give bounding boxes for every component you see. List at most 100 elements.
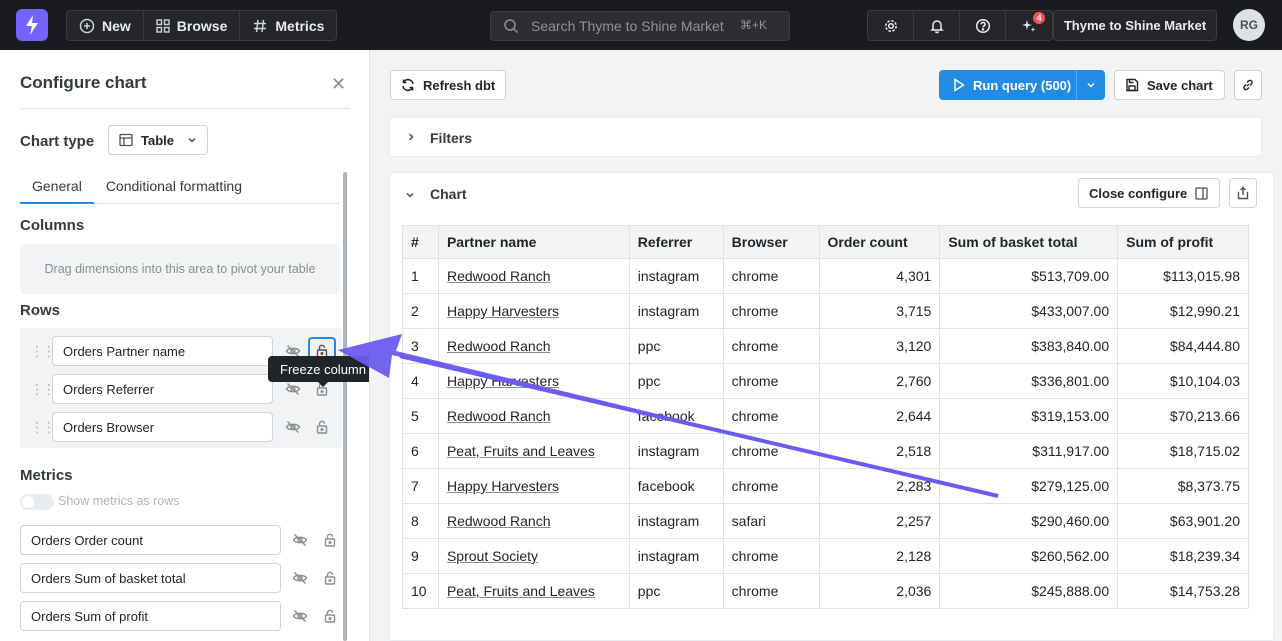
- partner-name-link[interactable]: Happy Harvesters: [447, 373, 559, 389]
- row-field[interactable]: Orders Referrer: [52, 374, 273, 404]
- table-body: 1 Redwood Ranch instagram chrome 4,301 $513,7…: [402, 258, 1249, 609]
- chevron-down-icon[interactable]: [405, 190, 415, 200]
- unlock-icon[interactable]: [319, 529, 341, 551]
- partner-name-link[interactable]: Redwood Ranch: [447, 408, 551, 424]
- partner-name-link[interactable]: Redwood Ranch: [447, 338, 551, 354]
- chart-type-select[interactable]: Table: [108, 125, 208, 155]
- table-row[interactable]: 10 Peat, Fruits and Leaves ppc chrome 2,036 $…: [402, 573, 1249, 609]
- table-cell[interactable]: Peat, Fruits and Leaves: [437, 573, 630, 609]
- eye-off-icon[interactable]: [282, 416, 304, 438]
- row-field[interactable]: Orders Browser: [52, 412, 273, 442]
- table-cell: 2,283: [818, 468, 941, 504]
- table-header[interactable]: Partner name: [437, 225, 630, 259]
- search-icon: [504, 19, 519, 34]
- row-field[interactable]: Orders Partner name: [52, 336, 273, 366]
- eye-off-icon[interactable]: [289, 529, 311, 551]
- filters-panel[interactable]: Filters: [389, 117, 1262, 157]
- table-cell: $433,007.00: [939, 293, 1119, 329]
- partner-name-link[interactable]: Peat, Fruits and Leaves: [447, 583, 595, 599]
- drag-handle-icon[interactable]: ⋮⋮: [30, 419, 56, 436]
- table-row[interactable]: 1 Redwood Ranch instagram chrome 4,301 $513,7…: [402, 258, 1249, 294]
- table-header[interactable]: Browser: [722, 225, 820, 259]
- table-row[interactable]: 5 Redwood Ranch facebook chrome 2,644 $319,15…: [402, 398, 1249, 434]
- partner-name-link[interactable]: Peat, Fruits and Leaves: [447, 443, 595, 459]
- bell-icon[interactable]: [914, 11, 960, 40]
- table-row[interactable]: 8 Redwood Ranch instagram safari 2,257 $290,4…: [402, 503, 1249, 539]
- table-row[interactable]: 3 Redwood Ranch ppc chrome 3,120 $383,840.00 $…: [402, 328, 1249, 364]
- chevron-down-icon[interactable]: [1077, 80, 1105, 90]
- sparkle-notifications-icon[interactable]: 4: [1006, 11, 1052, 40]
- eye-off-icon[interactable]: [289, 605, 311, 627]
- chevron-right-icon[interactable]: [406, 132, 416, 142]
- table-cell: 3,715: [818, 293, 941, 329]
- run-query-main[interactable]: Run query (500): [939, 70, 1077, 100]
- panel-scrollbar[interactable]: [343, 172, 347, 641]
- browse-button[interactable]: Browse: [144, 11, 241, 40]
- plus-circle-icon: [79, 18, 95, 33]
- export-button[interactable]: [1229, 178, 1257, 208]
- table-row[interactable]: 2 Happy Harvesters instagram chrome 3,715 $43…: [402, 293, 1249, 329]
- table-cell[interactable]: Redwood Ranch: [437, 398, 630, 434]
- table-cell[interactable]: Happy Harvesters: [437, 468, 630, 504]
- eye-off-icon[interactable]: [289, 567, 311, 589]
- partner-name-link[interactable]: Happy Harvesters: [447, 303, 559, 319]
- table-header[interactable]: Sum of basket total: [939, 225, 1119, 259]
- close-configure-button[interactable]: Close configure: [1078, 178, 1220, 208]
- table-row[interactable]: 6 Peat, Fruits and Leaves instagram chrome 2…: [402, 433, 1249, 469]
- table-cell[interactable]: Redwood Ranch: [437, 328, 630, 364]
- table-cell[interactable]: Happy Harvesters: [437, 293, 630, 329]
- metric-field[interactable]: Orders Order count: [20, 525, 281, 555]
- table-header[interactable]: Order count: [818, 225, 941, 259]
- unlock-icon[interactable]: [311, 416, 333, 438]
- config-tabs: General Conditional formatting: [20, 174, 340, 204]
- close-icon[interactable]: ✕: [331, 74, 346, 95]
- partner-name-link[interactable]: Happy Harvesters: [447, 478, 559, 494]
- share-link-button[interactable]: [1234, 70, 1262, 100]
- organization-switcher[interactable]: Thyme to Shine Market: [1053, 10, 1217, 41]
- table-cell[interactable]: Redwood Ranch: [437, 503, 630, 539]
- search-input[interactable]: Search Thyme to Shine Market ⌘+K: [490, 11, 790, 41]
- grid-icon: [156, 18, 170, 33]
- save-icon: [1126, 78, 1139, 92]
- table-cell: instagram: [628, 258, 724, 294]
- lightning-logo-icon[interactable]: [16, 9, 48, 41]
- chevron-down-icon: [188, 137, 196, 143]
- table-cell[interactable]: Peat, Fruits and Leaves: [437, 433, 630, 469]
- table-cell: $18,239.34: [1117, 538, 1249, 574]
- partner-name-link[interactable]: Sprout Society: [447, 548, 538, 564]
- refresh-dbt-button[interactable]: Refresh dbt: [390, 70, 507, 100]
- drag-handle-icon[interactable]: ⋮⋮: [30, 381, 56, 398]
- metrics-as-rows-toggle[interactable]: [20, 494, 54, 510]
- run-query-button[interactable]: Run query (500): [939, 70, 1105, 100]
- settings-gear-icon[interactable]: [868, 11, 914, 40]
- metric-field[interactable]: Orders Sum of profit: [20, 601, 281, 631]
- metric-field[interactable]: Orders Sum of basket total: [20, 563, 281, 593]
- row-dimension-item[interactable]: ⋮⋮ Orders Browser: [20, 412, 342, 442]
- table-cell[interactable]: Sprout Society: [437, 538, 630, 574]
- table-row[interactable]: 7 Happy Harvesters facebook chrome 2,283 $279…: [402, 468, 1249, 504]
- unlock-icon[interactable]: [319, 567, 341, 589]
- partner-name-link[interactable]: Redwood Ranch: [447, 268, 551, 284]
- filters-title: Filters: [430, 130, 473, 146]
- table-cell: 7: [402, 468, 439, 504]
- tab-conditional-formatting[interactable]: Conditional formatting: [94, 174, 254, 204]
- partner-name-link[interactable]: Redwood Ranch: [447, 513, 551, 529]
- save-chart-button[interactable]: Save chart: [1114, 70, 1225, 100]
- help-icon[interactable]: [960, 11, 1006, 40]
- metrics-button[interactable]: Metrics: [240, 11, 336, 40]
- avatar[interactable]: RG: [1233, 9, 1265, 41]
- table-header[interactable]: Referrer: [628, 225, 724, 259]
- table-row[interactable]: 9 Sprout Society instagram chrome 2,128 $260,…: [402, 538, 1249, 574]
- columns-dropzone[interactable]: Drag dimensions into this area to pivot …: [20, 244, 340, 294]
- table-cell[interactable]: Redwood Ranch: [437, 258, 630, 294]
- tab-general[interactable]: General: [20, 174, 94, 204]
- table-cell: $84,444.80: [1117, 328, 1249, 364]
- table-header[interactable]: #: [402, 225, 439, 259]
- new-button[interactable]: New: [67, 11, 144, 40]
- table-cell: 2,257: [818, 503, 941, 539]
- table-row[interactable]: 4 Happy Harvesters ppc chrome 2,760 $336,801.…: [402, 363, 1249, 399]
- table-header[interactable]: Sum of profit: [1117, 225, 1249, 259]
- unlock-icon[interactable]: [319, 605, 341, 627]
- table-cell[interactable]: Happy Harvesters: [437, 363, 630, 399]
- drag-handle-icon[interactable]: ⋮⋮: [30, 343, 56, 360]
